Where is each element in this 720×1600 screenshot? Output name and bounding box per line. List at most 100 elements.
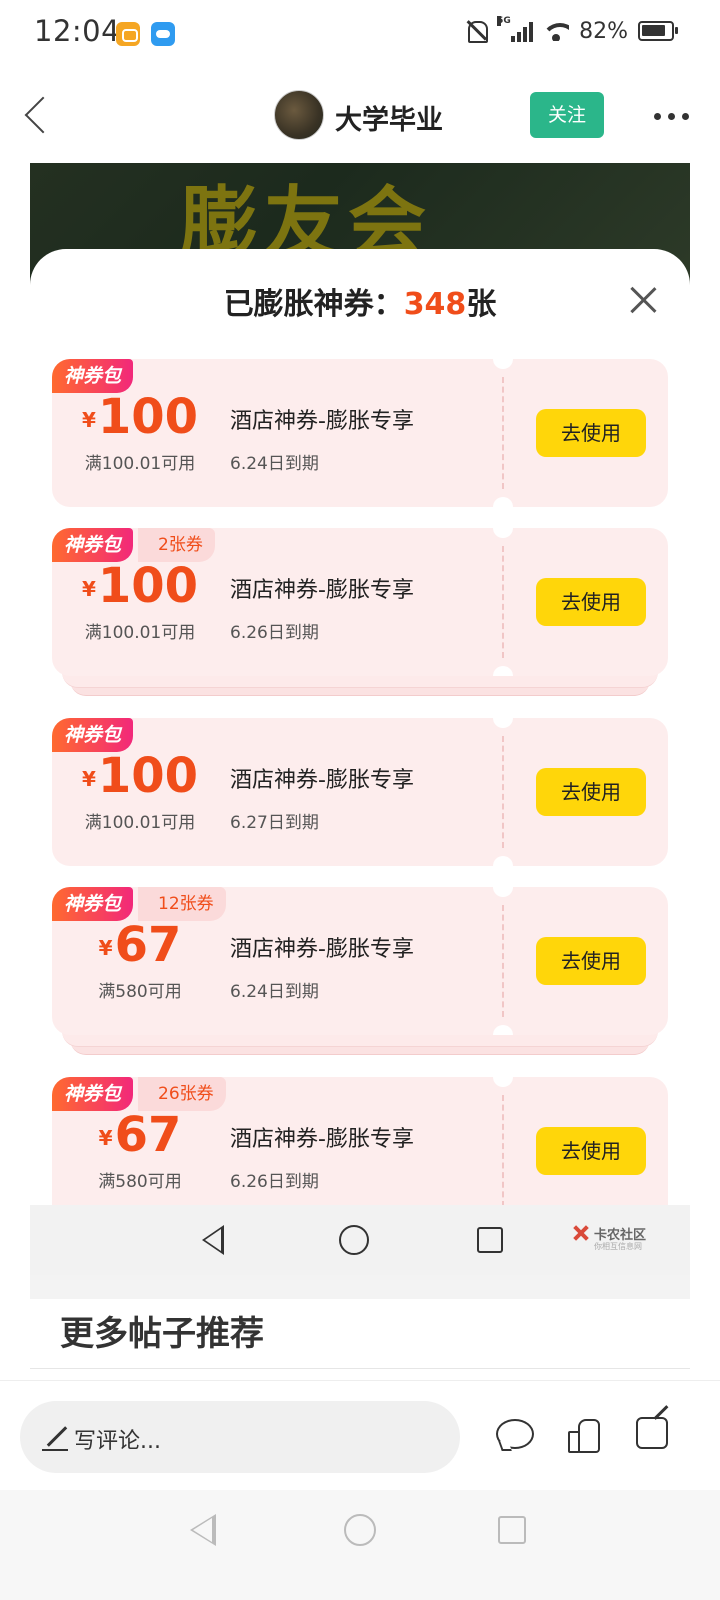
coupon-expire: 6.26日到期 bbox=[230, 623, 319, 643]
wifi-icon bbox=[543, 21, 570, 41]
more-options-icon[interactable] bbox=[654, 113, 690, 121]
use-coupon-button[interactable]: 去使用 bbox=[536, 409, 646, 457]
watermark: 卡农社区 你相互信息网 bbox=[570, 1223, 647, 1252]
like-icon[interactable] bbox=[568, 1417, 600, 1453]
divider bbox=[30, 1368, 690, 1369]
amount-value: 100 bbox=[97, 748, 199, 804]
use-coupon-button[interactable]: 去使用 bbox=[536, 578, 646, 626]
coupon-tag: 神券包 bbox=[52, 718, 134, 752]
back-icon[interactable] bbox=[22, 96, 50, 136]
sheet-title-suffix: 张 bbox=[466, 287, 497, 322]
coupon-notch bbox=[493, 359, 513, 369]
coupon-notch bbox=[493, 666, 513, 676]
post-image[interactable]: 膨友会 已膨胀神券：348张 神券包 ¥100 满100.01可用 酒店神券-膨胀专享… bbox=[30, 163, 690, 1299]
coupon-condition: 满100.01可用 bbox=[84, 813, 196, 833]
coupon-body: 神券包 ¥100 满100.01可用 酒店神券-膨胀专享 6.27日到期 去使用 bbox=[52, 718, 668, 866]
coupon-notch bbox=[493, 497, 513, 507]
follow-button[interactable]: 关注 bbox=[530, 92, 604, 138]
coupon-notch bbox=[493, 856, 513, 866]
more-posts-title: 更多帖子推荐 bbox=[60, 1314, 264, 1354]
coupon-tag: 神券包 bbox=[52, 887, 134, 921]
coupon-body: 26张券 神券包 ¥67 满580可用 酒店神券-膨胀专享 6.26日到期 去使用 bbox=[52, 1077, 668, 1225]
coupon-amount: ¥100 bbox=[72, 558, 208, 614]
status-time: 12:04 bbox=[34, 14, 121, 48]
nav-home-icon bbox=[339, 1225, 369, 1255]
coupon-divider bbox=[502, 546, 504, 658]
coupon-amount: ¥100 bbox=[72, 389, 208, 445]
coupon-body: 2张券 神券包 ¥100 满100.01可用 酒店神券-膨胀专享 6.26日到期 去使用 bbox=[52, 528, 668, 676]
watermark-text: 卡农社区 bbox=[594, 1227, 647, 1243]
amount-value: 67 bbox=[114, 1107, 182, 1163]
coupon-name: 酒店神券-膨胀专享 bbox=[230, 578, 414, 603]
coupon-condition: 满100.01可用 bbox=[84, 454, 196, 474]
coupon-notch bbox=[493, 528, 513, 538]
coupon-amount: ¥67 bbox=[72, 917, 208, 973]
use-coupon-button[interactable]: 去使用 bbox=[536, 937, 646, 985]
coupon-sheet: 已膨胀神券：348张 神券包 ¥100 满100.01可用 酒店神券-膨胀专享 6.24… bbox=[30, 249, 690, 1229]
mute-bell-icon bbox=[465, 18, 489, 44]
coupon-divider bbox=[502, 736, 504, 848]
amount-value: 67 bbox=[114, 917, 182, 973]
screenshot-nav-bar: 卡农社区 你相互信息网 bbox=[30, 1205, 690, 1275]
coupon-expire: 6.24日到期 bbox=[230, 982, 319, 1002]
coupon-expire: 6.26日到期 bbox=[230, 1172, 319, 1192]
avatar[interactable] bbox=[274, 90, 324, 140]
coupon-name: 酒店神券-膨胀专享 bbox=[230, 937, 414, 962]
coupon-tag: 神券包 bbox=[52, 1077, 134, 1111]
amount-value: 100 bbox=[97, 389, 199, 445]
system-nav-bar bbox=[0, 1490, 720, 1600]
comment-input[interactable]: 写评论... bbox=[20, 1401, 460, 1473]
coupon-count-tag: 26张券 bbox=[138, 1077, 226, 1111]
watermark-logo-icon bbox=[570, 1223, 590, 1243]
comment-placeholder: 写评论... bbox=[74, 1429, 161, 1454]
currency-symbol: ¥ bbox=[98, 1126, 113, 1150]
coupon-count-tag: 2张券 bbox=[138, 528, 215, 562]
coupon-divider bbox=[502, 905, 504, 1017]
coupon-notch bbox=[493, 887, 513, 897]
coupon-divider bbox=[502, 377, 504, 489]
coupon-body: 12张券 神券包 ¥67 满580可用 酒店神券-膨胀专享 6.24日到期 去使用 bbox=[52, 887, 668, 1035]
signal-icon: 5G bbox=[497, 16, 534, 42]
bottom-action-bar: 写评论... bbox=[0, 1380, 720, 1490]
coupon-condition: 满580可用 bbox=[98, 982, 182, 1002]
amount-value: 100 bbox=[97, 558, 199, 614]
comment-icon[interactable] bbox=[496, 1419, 534, 1449]
coupon-count-tag: 12张券 bbox=[138, 887, 226, 921]
system-home-icon[interactable] bbox=[344, 1514, 376, 1546]
coupon-condition: 满580可用 bbox=[98, 1172, 182, 1192]
status-indicators: 5G 82% bbox=[465, 16, 678, 44]
coupon-amount: ¥67 bbox=[72, 1107, 208, 1163]
share-icon[interactable] bbox=[636, 1417, 668, 1449]
author-name[interactable]: 大学毕业 bbox=[335, 98, 443, 137]
pen-icon bbox=[42, 1425, 68, 1451]
coupon-name: 酒店神券-膨胀专享 bbox=[230, 768, 414, 793]
currency-symbol: ¥ bbox=[98, 936, 113, 960]
coupon-name: 酒店神券-膨胀专享 bbox=[230, 1127, 414, 1152]
coupon-count: 348 bbox=[403, 287, 467, 322]
system-back-icon[interactable] bbox=[190, 1514, 216, 1546]
sheet-title-prefix: 已膨胀神券： bbox=[223, 287, 404, 322]
use-coupon-button[interactable]: 去使用 bbox=[536, 1127, 646, 1175]
sheet-title: 已膨胀神券：348张 bbox=[30, 279, 690, 323]
coupon-amount: ¥100 bbox=[72, 748, 208, 804]
nav-back-icon bbox=[202, 1225, 224, 1255]
coupon-expire: 6.24日到期 bbox=[230, 454, 319, 474]
cloud-app-icon bbox=[151, 22, 175, 46]
coupon-name: 酒店神券-膨胀专享 bbox=[230, 409, 414, 434]
network-type: 5G bbox=[497, 16, 511, 26]
status-bar: 12:04 5G 82% bbox=[0, 0, 720, 70]
coupon-tag: 神券包 bbox=[52, 359, 134, 393]
coupon-expire: 6.27日到期 bbox=[230, 813, 319, 833]
coupon-body: 神券包 ¥100 满100.01可用 酒店神券-膨胀专享 6.24日到期 去使用 bbox=[52, 359, 668, 507]
battery-percent: 82% bbox=[579, 18, 628, 44]
battery-icon bbox=[638, 21, 678, 41]
coupon-condition: 满100.01可用 bbox=[84, 623, 196, 643]
close-icon[interactable] bbox=[628, 285, 658, 315]
use-coupon-button[interactable]: 去使用 bbox=[536, 768, 646, 816]
system-recent-icon[interactable] bbox=[498, 1516, 526, 1544]
currency-symbol: ¥ bbox=[81, 767, 96, 791]
coupon-notch bbox=[493, 718, 513, 728]
coupon-notch bbox=[493, 1025, 513, 1035]
nav-recent-icon bbox=[477, 1227, 503, 1253]
currency-symbol: ¥ bbox=[81, 408, 96, 432]
